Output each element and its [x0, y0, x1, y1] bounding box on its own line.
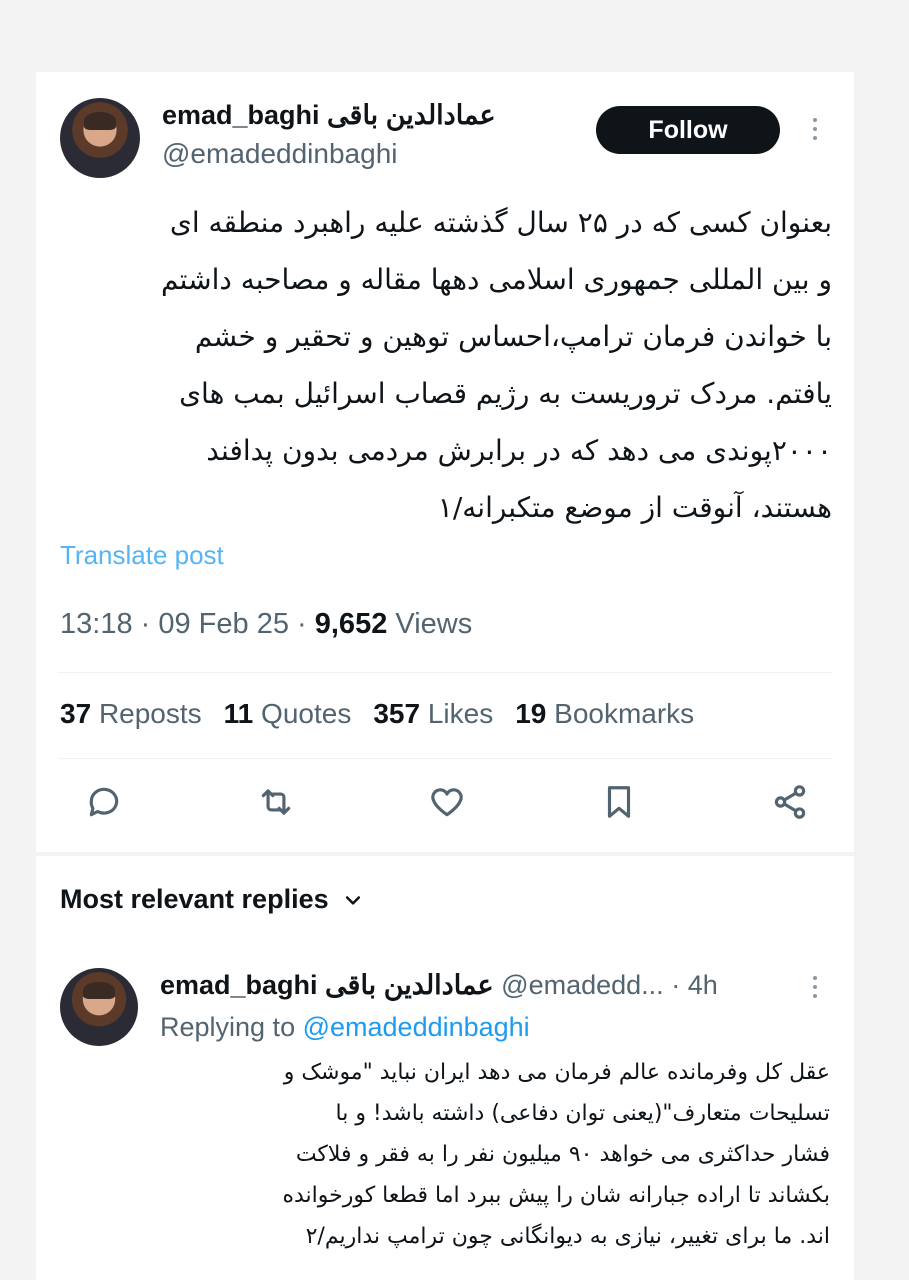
- repost-icon[interactable]: [256, 782, 296, 822]
- reply-icon[interactable]: [84, 782, 124, 822]
- reposts-count: 37: [60, 698, 92, 729]
- chevron-down-icon: [345, 895, 360, 905]
- meta-separator: ·: [140, 608, 159, 640]
- quotes-stat[interactable]: 11 Quotes: [224, 698, 352, 730]
- quotes-label: Quotes: [261, 698, 352, 729]
- reply-time[interactable]: 4h: [688, 970, 718, 1000]
- views-count: 9,652: [314, 608, 388, 640]
- views-label: Views: [395, 608, 473, 640]
- replying-prefix: Replying to: [160, 1012, 296, 1042]
- reply-more-options-icon[interactable]: [810, 976, 820, 998]
- author-name[interactable]: emad_baghi عمادالدین باقی: [162, 100, 496, 131]
- reply-author-handle[interactable]: @emadedd...: [501, 970, 664, 1000]
- reposts-stat[interactable]: 37 Reposts: [60, 698, 202, 730]
- replies-title: Most relevant replies: [60, 884, 329, 914]
- reply-author-avatar[interactable]: [60, 968, 138, 1046]
- divider: [58, 758, 832, 759]
- tweet-date[interactable]: 09 Feb 25: [158, 608, 289, 640]
- tweet-text: بعنوان کسی که در ۲۵ سال گذشته علیه راهبر…: [161, 206, 832, 524]
- share-icon[interactable]: [770, 782, 810, 822]
- like-icon[interactable]: [427, 782, 467, 822]
- likes-label: Likes: [427, 698, 494, 729]
- bookmark-icon[interactable]: [599, 782, 639, 822]
- reply-text: عقل کل وفرمانده عالم فرمان می دهد ایران …: [282, 1060, 830, 1249]
- follow-button[interactable]: Follow: [596, 106, 780, 154]
- author-handle[interactable]: @emadeddinbaghi: [162, 138, 397, 170]
- reply-meta: emad_baghi عمادالدین باقی @emadedd... · …: [160, 970, 718, 1001]
- likes-stat[interactable]: 357 Likes: [373, 698, 493, 730]
- more-options-icon[interactable]: [810, 118, 820, 140]
- tweet-card: emad_baghi عمادالدین باقی @emadeddinbagh…: [36, 72, 854, 1280]
- bookmarks-count: 19: [515, 698, 547, 729]
- tweet-meta: 13:18 · 09 Feb 25 · 9,652 Views: [60, 608, 472, 641]
- bookmarks-label: Bookmarks: [554, 698, 695, 729]
- translate-post-link[interactable]: Translate post: [60, 540, 224, 571]
- action-bar: [84, 782, 810, 822]
- section-separator: [36, 852, 854, 856]
- meta-separator: ·: [297, 608, 315, 640]
- replying-to-link[interactable]: @emadeddinbaghi: [303, 1012, 530, 1042]
- divider: [58, 672, 832, 673]
- replying-to: Replying to @emadeddinbaghi: [160, 1012, 530, 1043]
- likes-count: 357: [373, 698, 421, 729]
- engagement-stats: 37 Reposts 11 Quotes 357 Likes 19 Bookma…: [60, 698, 694, 730]
- bookmarks-stat[interactable]: 19 Bookmarks: [515, 698, 694, 730]
- tweet-time[interactable]: 13:18: [60, 608, 133, 640]
- replies-sort-dropdown[interactable]: Most relevant replies: [60, 884, 363, 915]
- quotes-count: 11: [223, 698, 254, 729]
- reposts-label: Reposts: [98, 698, 202, 729]
- reply-author-name[interactable]: emad_baghi عمادالدین باقی: [160, 970, 494, 1000]
- author-avatar[interactable]: [60, 98, 140, 178]
- meta-separator: ·: [671, 970, 688, 1000]
